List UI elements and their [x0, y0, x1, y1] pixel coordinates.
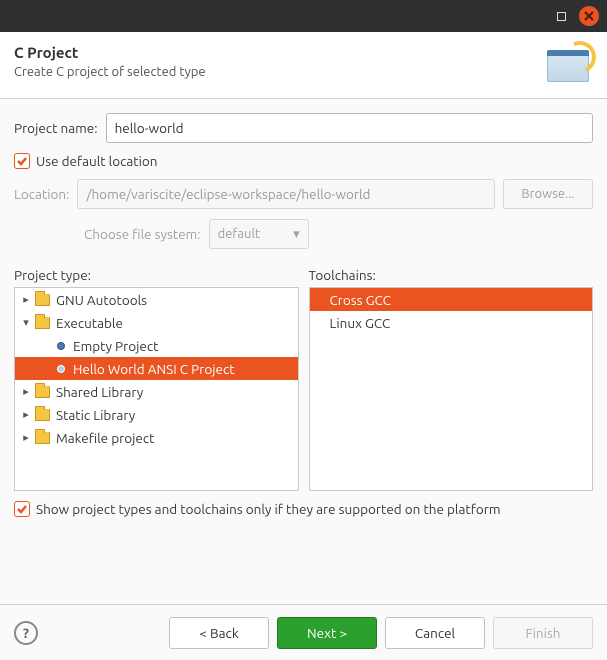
folder-icon	[35, 317, 50, 329]
check-icon	[14, 153, 30, 169]
tree-folder-label: Static Library	[56, 407, 135, 423]
toolchains-label: Toolchains:	[309, 267, 594, 283]
tree-folder-label: GNU Autotools	[56, 292, 147, 308]
project-type-label: Project type:	[14, 267, 299, 283]
next-button[interactable]: Next >	[277, 617, 377, 649]
folder-icon	[35, 386, 50, 398]
file-system-value: default	[218, 227, 260, 241]
tree-leaf-label: Empty Project	[73, 338, 158, 354]
tree-folder[interactable]: ▸ Static Library	[15, 403, 298, 426]
tree-folder[interactable]: ▾ Executable	[15, 311, 298, 334]
toolchain-item[interactable]: Linux GCC	[310, 311, 593, 334]
project-template-icon	[57, 342, 65, 350]
titlebar	[0, 0, 607, 32]
location-input	[77, 179, 495, 209]
maximize-icon	[557, 12, 566, 21]
toolchains-list[interactable]: Cross GCCLinux GCC	[309, 287, 594, 491]
tree-folder[interactable]: ▸ Shared Library	[15, 380, 298, 403]
tree-folder[interactable]: ▸ GNU Autotools	[15, 288, 298, 311]
chevron-down-icon: ▾	[19, 316, 33, 329]
project-name-label: Project name:	[14, 120, 98, 136]
tree-folder[interactable]: ▸ Makefile project	[15, 426, 298, 449]
folder-icon	[35, 432, 50, 444]
use-default-location-checkbox[interactable]: Use default location	[14, 153, 593, 169]
window-close-button[interactable]	[579, 6, 599, 26]
cancel-button[interactable]: Cancel	[385, 617, 485, 649]
page-title: C Project	[14, 44, 206, 61]
chevron-right-icon: ▸	[19, 293, 33, 306]
tree-leaf-label: Hello World ANSI C Project	[73, 361, 235, 377]
page-subtitle: Create C project of selected type	[14, 65, 206, 79]
wizard-form: Project name: Use default location Locat…	[0, 99, 607, 571]
folder-icon	[35, 409, 50, 421]
tree-leaf[interactable]: Hello World ANSI C Project	[15, 357, 298, 380]
window-maximize-button[interactable]	[551, 6, 571, 26]
help-button[interactable]: ?	[14, 621, 38, 645]
wizard-footer: ? < Back Next > Cancel Finish	[0, 604, 607, 660]
close-icon	[584, 11, 594, 21]
back-button[interactable]: < Back	[169, 617, 269, 649]
filter-label: Show project types and toolchains only i…	[36, 501, 501, 517]
folder-icon	[35, 294, 50, 306]
wizard-header: C Project Create C project of selected t…	[0, 32, 607, 99]
filter-checkbox[interactable]: Show project types and toolchains only i…	[14, 501, 593, 517]
chevron-right-icon: ▸	[19, 408, 33, 421]
wizard-banner-icon	[533, 44, 593, 88]
chevron-right-icon: ▸	[19, 431, 33, 444]
use-default-location-label: Use default location	[36, 153, 158, 169]
check-icon	[14, 501, 30, 517]
tree-folder-label: Executable	[56, 315, 123, 331]
project-type-tree[interactable]: ▸ GNU Autotools ▾ Executable Empty Project He…	[14, 287, 299, 491]
tree-leaf[interactable]: Empty Project	[15, 334, 298, 357]
tree-folder-label: Makefile project	[56, 430, 154, 446]
chevron-right-icon: ▸	[19, 385, 33, 398]
file-system-select: default ▾	[209, 219, 309, 249]
file-system-label: Choose file system:	[84, 226, 201, 242]
location-label: Location:	[14, 186, 69, 202]
toolchain-item[interactable]: Cross GCC	[310, 288, 593, 311]
project-template-icon	[57, 365, 65, 373]
finish-button: Finish	[493, 617, 593, 649]
chevron-down-icon: ▾	[293, 227, 300, 242]
project-name-input[interactable]	[106, 113, 593, 143]
browse-button: Browse...	[503, 179, 593, 209]
tree-folder-label: Shared Library	[56, 384, 143, 400]
